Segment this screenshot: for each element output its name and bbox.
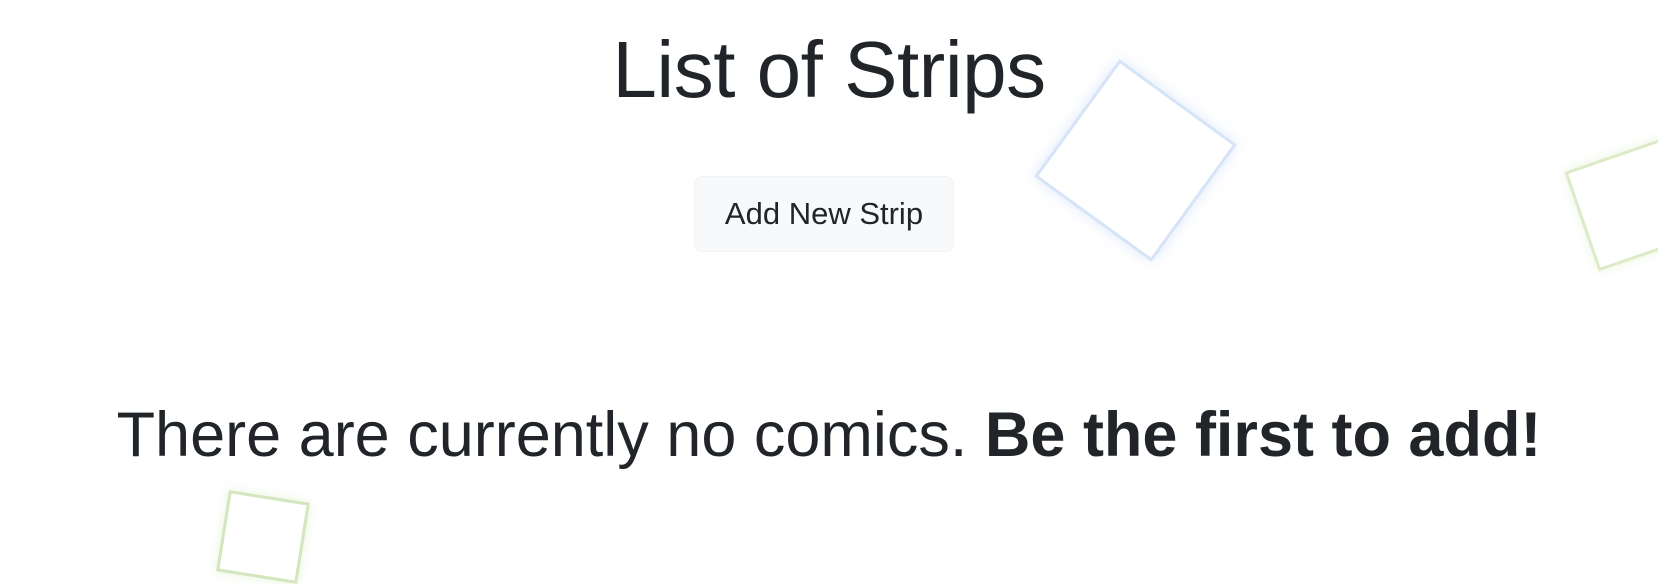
page-title: List of Strips xyxy=(612,25,1046,114)
empty-state-cta: Be the first to add! xyxy=(984,400,1542,470)
empty-state-text: There are currently no comics. xyxy=(116,400,968,470)
add-new-strip-button[interactable]: Add New Strip xyxy=(694,176,954,252)
decorative-square-green-right xyxy=(1564,129,1658,272)
empty-state-message: There are currently no comics. Be the fi… xyxy=(0,398,1658,474)
decorative-square-green-left xyxy=(216,490,310,584)
